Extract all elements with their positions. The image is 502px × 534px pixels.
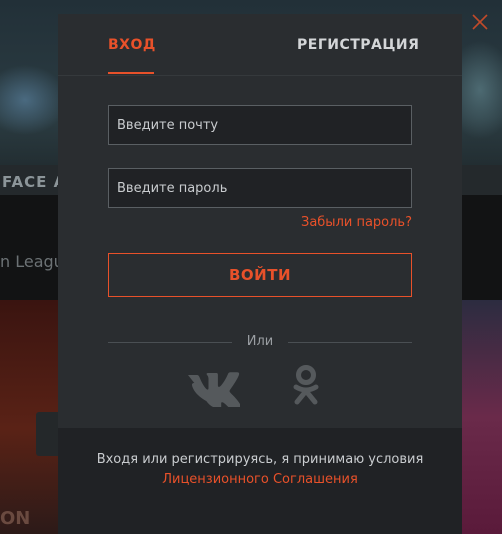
forgot-password-link[interactable]: Забыли пароль?	[301, 215, 412, 230]
close-button[interactable]	[468, 10, 492, 34]
modal-footer: Входя или регистрируясь, я принимаю усло…	[58, 428, 462, 534]
active-tab-indicator	[108, 72, 154, 74]
background-strip-text: FACE A	[2, 173, 67, 191]
background-card-right	[462, 300, 502, 534]
tab-login[interactable]: ВХОД	[108, 37, 156, 53]
odnoklassniki-icon	[293, 365, 319, 405]
close-icon	[472, 14, 488, 30]
login-button[interactable]: ВОЙТИ	[108, 253, 412, 297]
tabs-divider	[58, 75, 462, 76]
password-field[interactable]	[108, 168, 412, 208]
odnoklassniki-login-button[interactable]	[292, 364, 320, 408]
or-divider: Или	[108, 334, 412, 350]
terms-text: Входя или регистрируясь, я принимаю усло…	[96, 452, 424, 467]
divider-line-right	[288, 342, 412, 343]
license-agreement-link[interactable]: Лицензионного Соглашения	[58, 470, 462, 490]
auth-modal: ВХОД РЕГИСТРАЦИЯ Забыли пароль? ВОЙТИ Ил…	[58, 14, 462, 534]
email-field[interactable]	[108, 105, 412, 145]
background-card-text: ON	[0, 508, 31, 529]
tab-register[interactable]: РЕГИСТРАЦИЯ	[297, 37, 419, 53]
vk-icon	[188, 372, 241, 409]
auth-tabs: ВХОД РЕГИСТРАЦИЯ	[58, 14, 462, 76]
vk-login-button[interactable]	[186, 367, 241, 409]
